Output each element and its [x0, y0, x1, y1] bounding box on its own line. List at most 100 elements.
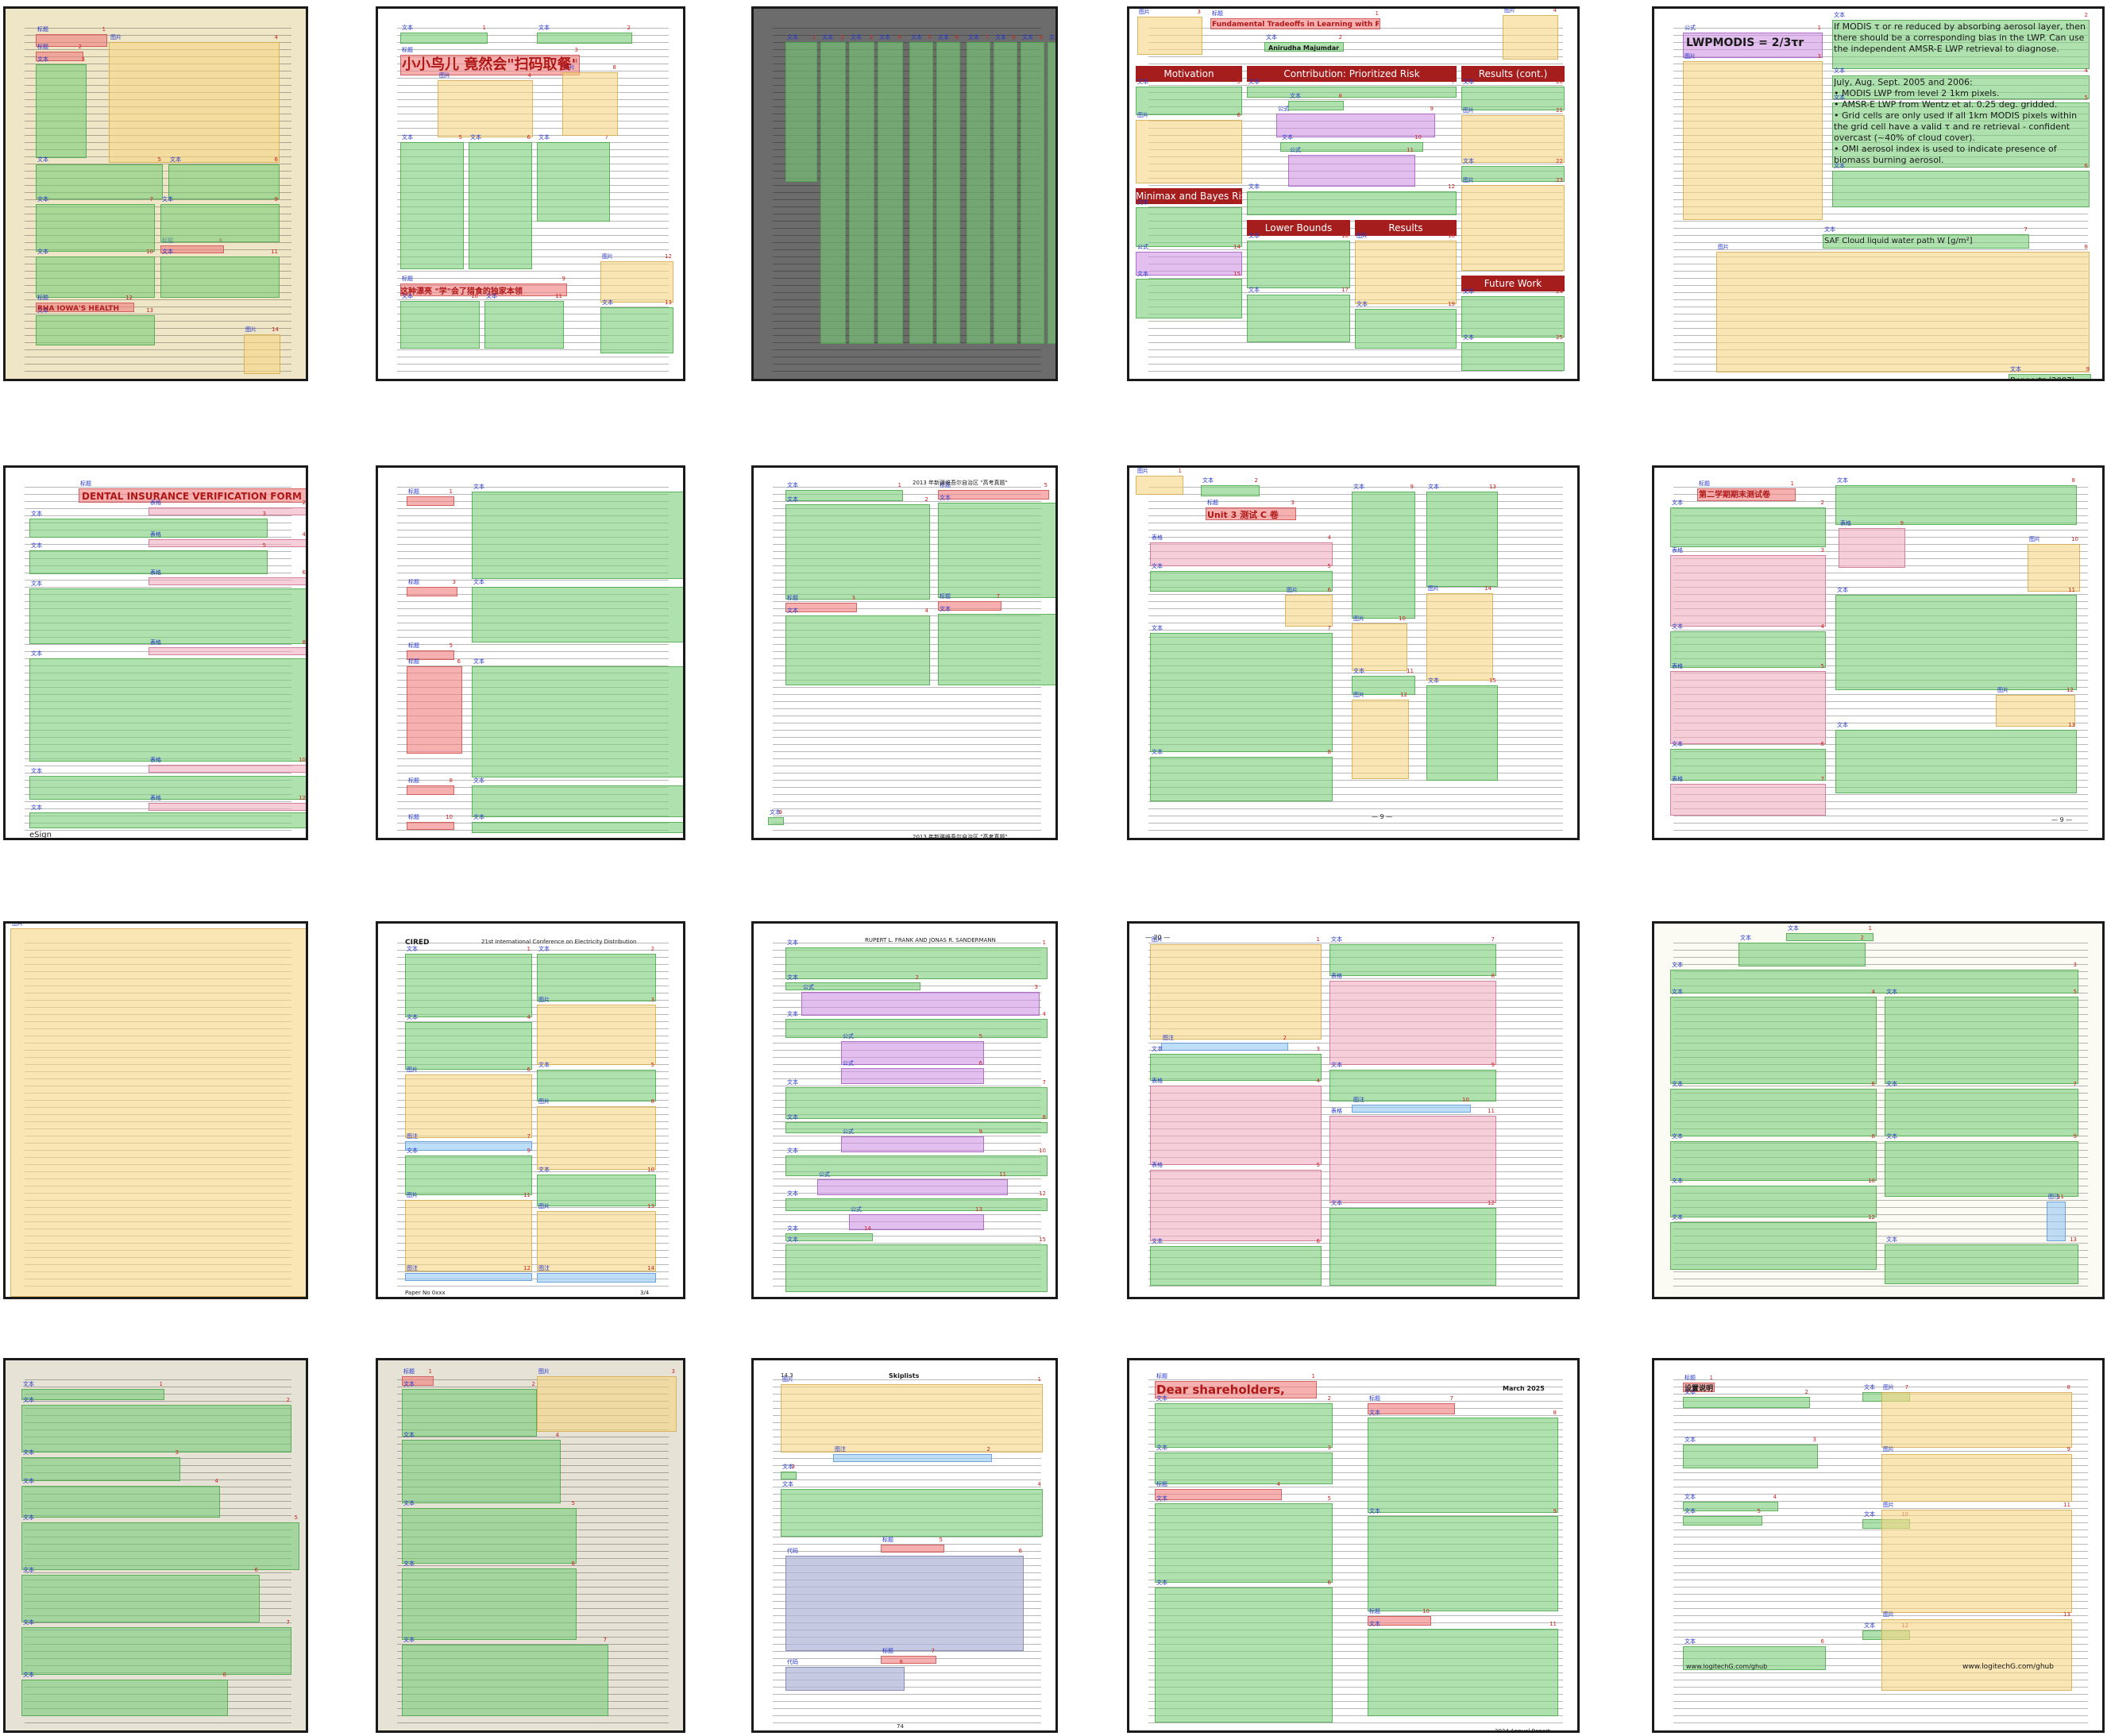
figure-region: 图片1	[10, 924, 306, 1297]
region-index: 11	[2057, 1194, 2064, 1200]
region-type-label: 文本	[787, 939, 798, 946]
region-type-label: 公式	[1290, 147, 1301, 153]
region-index: 7	[996, 593, 1000, 600]
figure-region: 图片 8	[1881, 1384, 2072, 1448]
text-line	[773, 1715, 1041, 1716]
region-type-label: 文本	[1137, 271, 1148, 277]
region-type-label: 代码	[787, 1548, 798, 1554]
region-index: 9	[527, 1148, 531, 1154]
region-index: 3	[1291, 500, 1295, 506]
region-type-label: 文本	[1684, 1437, 1696, 1443]
region-index: 11	[523, 1192, 531, 1198]
caption-region: 图注 10	[1352, 1097, 1471, 1113]
text-line	[773, 737, 1041, 738]
text-region: 文本 6	[168, 156, 280, 199]
region-index: 3	[1812, 1437, 1816, 1443]
text-line	[1148, 371, 1563, 372]
formula-region: 公式 3	[801, 984, 1040, 1016]
text-line	[1673, 823, 2088, 824]
section-header: Contribution: Prioritized Risk	[1247, 66, 1457, 82]
region-index: 10	[1039, 1148, 1046, 1154]
region-index: 5	[1316, 1162, 1320, 1168]
region-type-label: 图片	[2029, 536, 2040, 542]
region-index: 6	[1018, 1548, 1022, 1554]
figure-region: 图片 6	[1136, 112, 1242, 183]
text-line	[1673, 221, 2088, 222]
region-type-label: 文本	[1428, 677, 1439, 684]
region-index: 8	[899, 1659, 903, 1665]
figure-region: 图片 8	[537, 1098, 656, 1170]
region-type-label: 文本	[1672, 1178, 1683, 1184]
text-line	[397, 1286, 669, 1287]
text-region: 文本 12	[1329, 1200, 1496, 1286]
figure-region: 图片1	[1136, 468, 1183, 495]
text-line	[397, 1565, 669, 1566]
region-type-label: 文本	[31, 768, 42, 774]
table-region: 表格 4	[1150, 534, 1333, 566]
region-index: 9	[274, 196, 278, 203]
region-type-label: 文本	[1886, 1236, 1897, 1243]
region-index: 4	[1037, 1481, 1041, 1487]
region-index: 8	[1871, 1133, 1875, 1140]
region-type-label: 文本	[911, 34, 922, 41]
region-type-label: 文本	[1684, 1494, 1696, 1500]
page-text-line: 21st International Conference on Electri…	[481, 939, 637, 945]
region-index: 1	[1868, 925, 1872, 932]
text-line	[773, 708, 1041, 709]
region-type-label: 文本	[1331, 1200, 1342, 1206]
region-index: 3	[81, 56, 85, 63]
region-index: 14	[864, 1225, 871, 1232]
text-region: 文本10	[400, 293, 480, 349]
page-heading: 设置说明	[1684, 1385, 1714, 1393]
text-line	[773, 751, 1041, 752]
region-type-label: 文本	[787, 1236, 798, 1243]
figure-region: 图片 10	[2028, 536, 2080, 592]
region-type-label: 图片	[538, 997, 550, 1003]
region-index: 1	[449, 488, 453, 495]
table-region: 表格 6	[149, 569, 306, 585]
region-type-label: 公式	[819, 1171, 830, 1178]
region-index: 4	[1773, 1494, 1777, 1500]
text-line	[773, 830, 1041, 831]
region-index: 2	[1327, 1395, 1331, 1402]
region-type-label: 标题	[408, 642, 419, 649]
text-region: 文本 4	[1670, 623, 1826, 668]
region-index: 25	[1556, 334, 1563, 341]
region-type-label: 文本	[968, 34, 979, 41]
text-region: 文本 9	[405, 1148, 532, 1195]
region-type-label: 文本	[1290, 93, 1301, 99]
page-heading: DENTAL INSURANCE VERIFICATION FORM	[82, 491, 302, 502]
region-type-label: 文本	[1202, 477, 1214, 484]
page-text-line: — 20 —	[1145, 934, 1171, 941]
region-index: 6	[571, 1560, 575, 1567]
region-index: 2	[1820, 500, 1824, 506]
text-region: 文本2	[472, 484, 683, 579]
region-index: 2	[924, 496, 928, 503]
text-line	[25, 1572, 291, 1573]
region-type-label: 文本	[1152, 563, 1163, 569]
text-line	[773, 371, 1041, 372]
region-index: 6	[302, 569, 306, 576]
region-index: 11	[1549, 1621, 1557, 1627]
region-index: 9	[2066, 1446, 2070, 1452]
table-region: 表格 5	[1670, 663, 1826, 744]
page-heading: Dear shareholders,	[1156, 1383, 1285, 1397]
title-region: 标题 7	[1368, 1395, 1455, 1414]
section-header: Future Work	[1461, 276, 1565, 291]
figure-region: 图片 23	[1461, 177, 1565, 271]
table-region: 表格 7	[1670, 776, 1826, 816]
region-type-label: 文本	[1137, 79, 1148, 85]
text-line	[397, 487, 669, 488]
text-region: 文本 5	[1885, 989, 2078, 1084]
region-type-label: 文本	[1369, 1508, 1380, 1514]
region-type-label: 文本	[1156, 1495, 1167, 1502]
text-region: 文本 7	[1885, 1081, 2078, 1136]
text-line	[1673, 1701, 2088, 1702]
page-thumbnail: 图片 1 图注 2 文本 3 表格 4 表格 5 文本 6 文本 7 表格 8 文本 9 图注 10 表格 11 文本 12—…	[1127, 921, 1580, 1299]
text-region: 文本2	[537, 25, 632, 44]
text-region: 文本 3	[781, 1464, 797, 1479]
region-index: 7	[1449, 1395, 1453, 1402]
region-type-label: 文本	[1788, 925, 1799, 932]
text-line	[773, 1479, 1041, 1480]
formula-region: 公式 5	[841, 1033, 984, 1065]
